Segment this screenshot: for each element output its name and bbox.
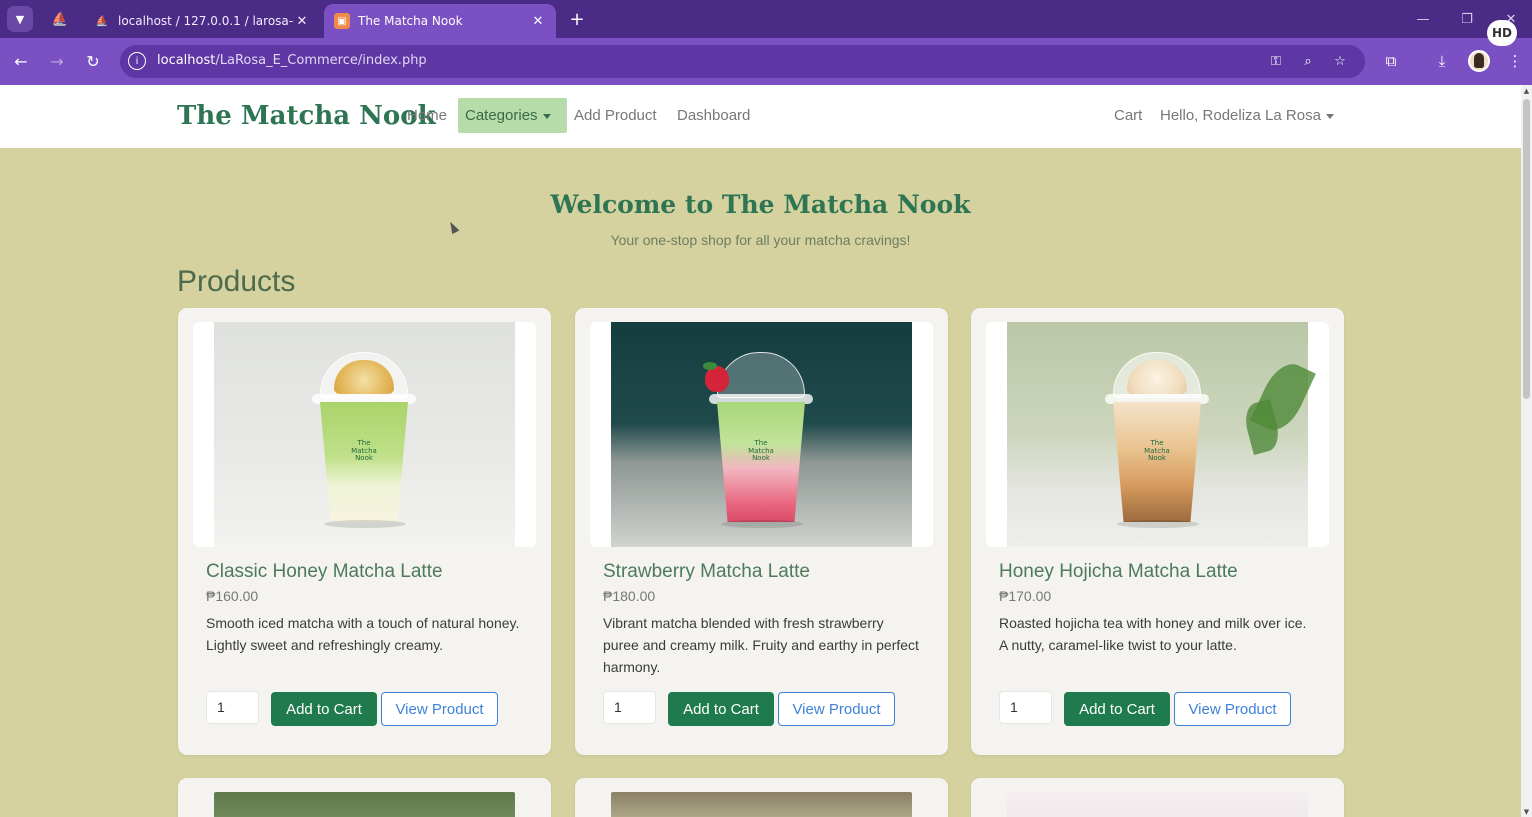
product-image[interactable]: The Matcha Nook (193, 322, 536, 547)
phpmyadmin-favicon-icon: ⛵ (95, 15, 109, 27)
quantity-value: 1 (1010, 699, 1018, 715)
scroll-down-icon[interactable]: ▼ (1521, 806, 1532, 817)
product-name[interactable]: Strawberry Matcha Latte (603, 561, 810, 583)
browser-toolbar: ← → ↻ i localhost/LaRosa_E_Commerce/inde… (0, 38, 1532, 85)
product-photo: The Matcha Nook (214, 322, 515, 547)
profile-avatar[interactable] (1468, 50, 1490, 72)
product-description: Vibrant matcha blended with fresh strawb… (603, 615, 919, 675)
back-arrow-icon[interactable]: ← (8, 48, 34, 74)
product-description: Roasted hojicha tea with honey and milk … (999, 615, 1307, 653)
pinned-tab-favicon-icon[interactable]: ⛵ (50, 9, 70, 29)
product-image[interactable]: The Matcha Nook (590, 322, 933, 547)
scroll-up-icon[interactable]: ▲ (1521, 85, 1532, 96)
cup-logo: The Matcha Nook (1144, 439, 1170, 463)
url-text[interactable]: localhost/LaRosa_E_Commerce/index.php (157, 53, 427, 68)
cup-logo: The Matcha Nook (748, 439, 774, 463)
quantity-input[interactable]: 1 (603, 691, 656, 724)
view-product-button[interactable]: View Product (778, 692, 895, 726)
site-navbar: The Matcha Nook Home Categories Add Prod… (0, 85, 1521, 148)
product-card: The Matcha Nook Classic Honey Matcha Lat… (178, 308, 551, 755)
password-key-icon[interactable]: ⚿ (1266, 51, 1286, 71)
zoom-icon[interactable]: ⌕ (1298, 51, 1318, 71)
more-menu-icon[interactable]: ⋮ (1503, 49, 1527, 73)
url-path: /LaRosa_E_Commerce/index.php (215, 53, 427, 68)
new-tab-button[interactable]: + (566, 8, 588, 30)
bookmark-star-icon[interactable]: ☆ (1330, 51, 1350, 71)
chevron-down-icon: ▼ (15, 12, 25, 26)
product-image-partial[interactable] (611, 792, 912, 817)
hero-title: Welcome to The Matcha Nook (550, 190, 971, 219)
tab-title: localhost / 127.0.0.1 / larosa-co (118, 14, 294, 28)
browser-tab-bar: ▼ ⛵ ⛵ localhost / 127.0.0.1 / larosa-co … (0, 0, 1532, 38)
quantity-input[interactable]: 1 (206, 691, 259, 724)
nav-home-link[interactable]: Home (407, 107, 447, 124)
quantity-input[interactable]: 1 (999, 691, 1052, 724)
minimize-icon[interactable]: — (1412, 8, 1434, 30)
cup-logo: The Matcha Nook (351, 439, 377, 463)
products-heading: Products (177, 265, 296, 298)
quantity-value: 1 (217, 699, 225, 715)
cup-shadow (324, 520, 406, 528)
product-photo: The Matcha Nook (1007, 322, 1316, 547)
site-info-icon[interactable]: i (128, 52, 146, 70)
view-product-button[interactable]: View Product (381, 692, 498, 726)
close-icon[interactable]: ✕ (530, 14, 546, 29)
product-image-partial[interactable] (214, 792, 515, 817)
site-brand[interactable]: The Matcha Nook (177, 101, 436, 131)
scrollbar-thumb[interactable] (1523, 99, 1530, 399)
product-card: The Matcha Nook Honey Hojicha Matcha Lat… (971, 308, 1344, 755)
product-name[interactable]: Honey Hojicha Matcha Latte (999, 561, 1238, 583)
address-bar[interactable]: i localhost/LaRosa_E_Commerce/index.php … (120, 45, 1365, 78)
strawberry-leaf (703, 362, 717, 370)
product-description: Smooth iced matcha with a touch of natur… (206, 615, 520, 653)
tab-title: The Matcha Nook (358, 14, 463, 28)
site-favicon-icon: ▣ (334, 13, 350, 29)
product-card: The Matcha Nook Strawberry Matcha Latte … (575, 308, 948, 755)
product-image-partial[interactable] (1007, 792, 1308, 817)
add-to-cart-button[interactable]: Add to Cart (1064, 692, 1170, 726)
product-photo: The Matcha Nook (611, 322, 912, 547)
view-product-button[interactable]: View Product (1174, 692, 1291, 726)
page-scrollbar[interactable]: ▲ ▼ (1521, 85, 1532, 817)
url-host: localhost (157, 53, 216, 68)
browser-tab-phpmyadmin[interactable]: ⛵ localhost / 127.0.0.1 / larosa-co ✕ (84, 4, 320, 38)
product-price: ₱160.00 (206, 588, 259, 604)
product-name[interactable]: Classic Honey Matcha Latte (206, 561, 443, 583)
browser-tab-matcha-nook[interactable]: ▣ The Matcha Nook ✕ (324, 4, 556, 38)
product-price: ₱180.00 (603, 588, 656, 604)
user-menu-dropdown[interactable]: Hello, Rodeliza La Rosa (1160, 107, 1334, 124)
product-image[interactable]: The Matcha Nook (986, 322, 1329, 547)
extensions-puzzle-icon[interactable]: ⧉ (1379, 49, 1403, 73)
product-price: ₱170.00 (999, 588, 1052, 604)
reload-icon[interactable]: ↻ (80, 48, 106, 74)
nav-categories-label: Categories (465, 107, 538, 124)
caret-down-icon (1325, 113, 1334, 119)
product-card-partial (178, 778, 551, 817)
nav-add-product-link[interactable]: Add Product (574, 107, 657, 124)
download-icon[interactable]: ⤓ (1430, 49, 1454, 73)
add-to-cart-button[interactable]: Add to Cart (668, 692, 774, 726)
product-card-partial (575, 778, 948, 817)
web-page: The Matcha Nook Home Categories Add Prod… (0, 85, 1521, 817)
hd-badge: HD (1487, 20, 1517, 46)
quantity-value: 1 (614, 699, 622, 715)
forward-arrow-icon[interactable]: → (44, 48, 70, 74)
close-icon[interactable]: ✕ (294, 14, 310, 29)
nav-cart-link[interactable]: Cart (1114, 107, 1142, 124)
nav-dashboard-link[interactable]: Dashboard (677, 107, 750, 124)
caret-down-icon (542, 113, 551, 119)
hero-subtitle: Your one-stop shop for all your matcha c… (610, 232, 911, 248)
restore-icon[interactable]: ❐ (1456, 8, 1478, 30)
tab-search-button[interactable]: ▼ (7, 6, 33, 32)
add-to-cart-button[interactable]: Add to Cart (271, 692, 377, 726)
cup-shadow (721, 520, 803, 528)
cup-lid (717, 352, 805, 398)
product-card-partial (971, 778, 1344, 817)
user-greeting: Hello, Rodeliza La Rosa (1160, 107, 1321, 124)
cup-shadow (1117, 520, 1199, 528)
nav-categories-dropdown[interactable]: Categories (458, 98, 567, 133)
